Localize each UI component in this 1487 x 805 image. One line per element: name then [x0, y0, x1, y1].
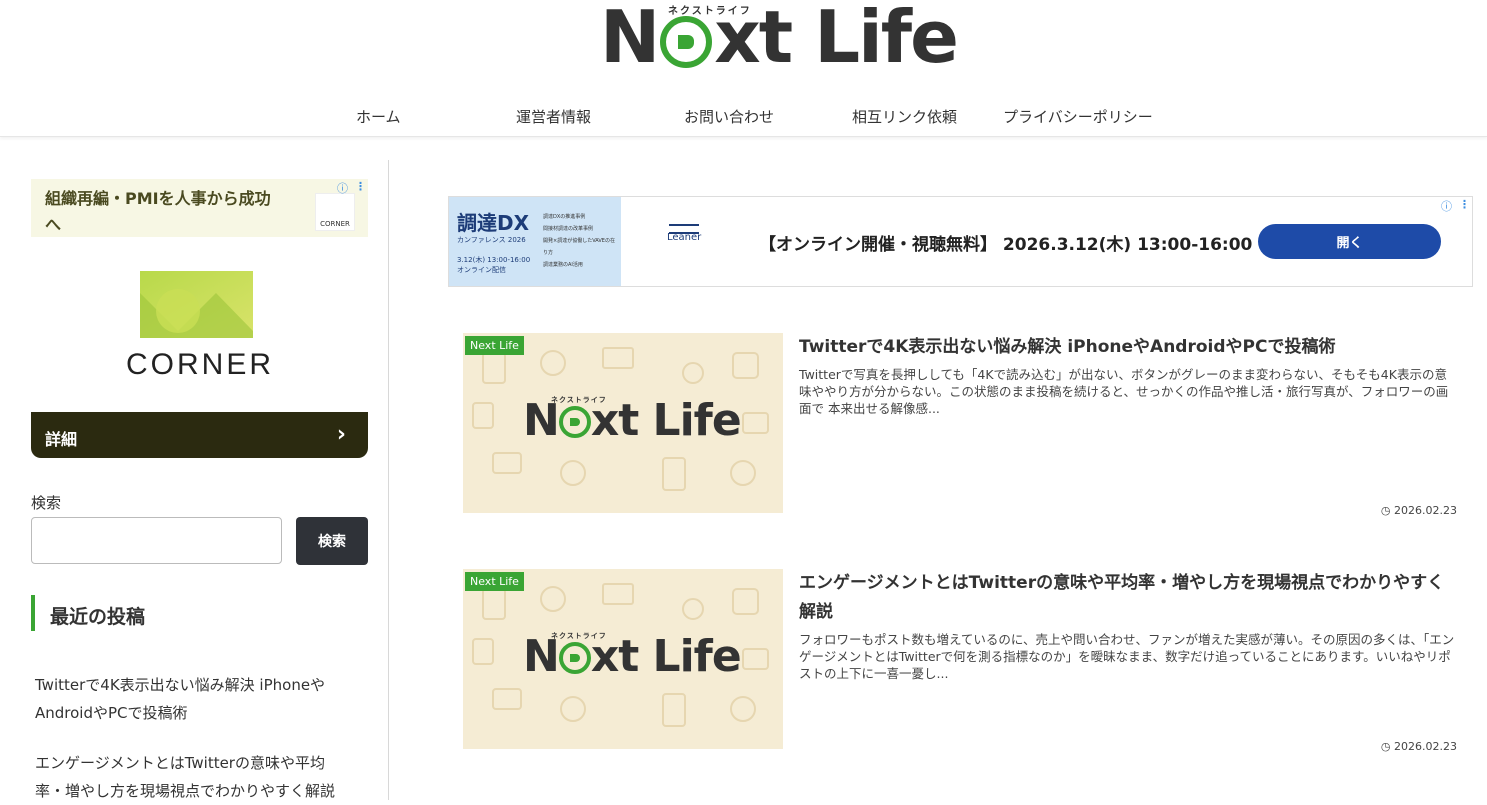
detail-button-label: 詳細 [45, 430, 78, 449]
site-header: Nxt Life ネクストライフ ホーム 運営者情報 お問い合わせ 相互リンク依… [0, 0, 1487, 137]
thumb-logo: Nxt Life [523, 395, 742, 446]
post-title[interactable]: エンゲージメントとはTwitterの意味や平均率・増やし方を現場視点でわかりやす… [799, 569, 1449, 627]
plug-icon [558, 406, 591, 438]
nav-item-privacy[interactable]: プライバシーポリシー [1003, 106, 1153, 127]
sidebar-ad-logo: CORNER [315, 193, 355, 231]
nav-item-contact[interactable]: お問い合わせ [684, 106, 774, 127]
post-date-text: 2026.02.23 [1394, 740, 1457, 753]
post-category-badge: Next Life [465, 336, 524, 355]
chevron-right-icon: › [336, 422, 346, 447]
clock-icon: ◷ [1380, 740, 1391, 753]
post-date: ◷ 2026.02.23 [1381, 504, 1457, 517]
site-logo[interactable]: Nxt Life [600, 0, 959, 82]
post-thumbnail[interactable]: Next Life ネクストライフ Nxt Life [463, 569, 783, 749]
banner-ad-image: 調達DX カンファレンス 2026 3.12(木) 13:00-16:00 オンラ… [449, 197, 621, 286]
banner-ad-open-button[interactable]: 開く [1258, 224, 1441, 259]
search-button[interactable]: 検索 [296, 517, 368, 565]
search-label: 検索 [31, 494, 62, 512]
sidebar-ad-headline: 組織再編・PMIを人事から成功へ [45, 189, 271, 234]
post-card[interactable]: Next Life ネクストライフ Nxt Life エンゲージメントとはTwi… [463, 569, 1457, 753]
recent-posts-heading: 最近の投稿 [31, 595, 145, 631]
logo-letter-n: N [600, 0, 660, 79]
corner-logo-mark-icon [140, 271, 253, 338]
corner-brand-text: CORNER [126, 348, 275, 381]
logo-kana: ネクストライフ [668, 6, 752, 17]
banner-ad[interactable]: 調達DX カンファレンス 2026 3.12(木) 13:00-16:00 オンラ… [448, 196, 1473, 287]
nav-item-link-request[interactable]: 相互リンク依頼 [852, 106, 957, 127]
ad-detail-button[interactable]: 詳細 › [31, 412, 368, 458]
recent-posts-heading-text: 最近の投稿 [50, 606, 146, 628]
recent-post-item[interactable]: エンゲージメントとはTwitterの意味や平均率・増やし方を現場視点でわかりやす… [35, 749, 345, 805]
post-date-text: 2026.02.23 [1394, 504, 1457, 517]
ad-menu-icon[interactable]: ⋮ [355, 180, 366, 193]
post-excerpt: Twitterで写真を長押ししても「4Kで読み込む」が出ない、ボタンがグレーのま… [799, 367, 1449, 416]
post-title[interactable]: Twitterで4K表示出ない悩み解決 iPhoneやAndroidやPCで投稿… [799, 333, 1449, 362]
nav-item-home[interactable]: ホーム [356, 106, 401, 127]
ad-menu-icon[interactable]: ⋮ [1459, 198, 1470, 211]
sidebar-ad-banner[interactable]: 組織再編・PMIを人事から成功へ CORNER ⓘ ⋮ [31, 179, 368, 237]
ad-info-icon[interactable]: ⓘ [337, 180, 348, 196]
thumb-logo: Nxt Life [523, 631, 742, 682]
plug-icon [558, 642, 591, 674]
sidebar: 組織再編・PMIを人事から成功へ CORNER ⓘ ⋮ CORNER 詳細 › … [0, 160, 389, 800]
banner-ad-brand: Leaner [667, 224, 702, 243]
banner-ad-image-sub: カンファレンス 2026 [457, 236, 526, 244]
banner-ad-image-title: 調達DX [457, 211, 530, 235]
post-thumbnail[interactable]: Next Life ネクストライフ Nxt Life [463, 333, 783, 513]
recent-post-item[interactable]: Twitterで4K表示出ない悩み解決 iPhoneやAndroidやPCで投稿… [35, 671, 345, 727]
post-category-badge: Next Life [465, 572, 524, 591]
global-nav: ホーム 運営者情報 お問い合わせ 相互リンク依頼 プライバシーポリシー [0, 100, 1487, 132]
post-card[interactable]: Next Life ネクストライフ Nxt Life Twitterで4K表示出… [463, 333, 1457, 517]
post-date: ◷ 2026.02.23 [1381, 740, 1457, 753]
ad-info-icon[interactable]: ⓘ [1441, 198, 1452, 214]
search-input[interactable] [31, 517, 282, 564]
banner-ad-text: 【オンライン開催・視聴無料】 2026.3.12(木) 13:00-16:00 [759, 235, 1253, 255]
nav-item-about[interactable]: 運営者情報 [516, 106, 591, 127]
banner-ad-image-date: 3.12(木) 13:00-16:00 オンライン配信 [457, 256, 531, 274]
banner-ad-image-list: 調達DXの推進事例 間接材調達の改革事例 開発×調達が協働したVAVEの在り方 … [543, 214, 615, 268]
plug-icon [660, 16, 713, 68]
clock-icon: ◷ [1380, 504, 1391, 517]
post-excerpt: フォロワーもポスト数も増えているのに、売上や問い合わせ、ファンが増えた実感が薄い… [799, 632, 1455, 681]
